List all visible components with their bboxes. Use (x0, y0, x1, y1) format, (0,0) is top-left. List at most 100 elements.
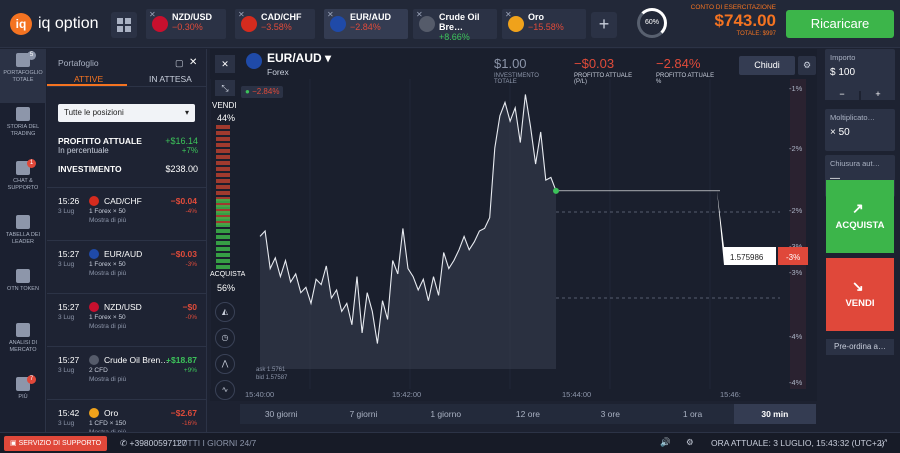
gauge-indicator[interactable]: 60% (637, 8, 667, 38)
assets-grid-button[interactable] (111, 12, 137, 38)
asset-flag-icon (330, 16, 346, 32)
trade-asset-icon (89, 196, 99, 206)
period-option-1[interactable]: 7 giorni (322, 404, 404, 424)
sidebar-item-1[interactable]: STORIA DEL TRADING (0, 103, 46, 157)
buy-sentiment-bar (216, 247, 230, 251)
y-tick-label: -3% (789, 268, 803, 277)
period-option-4[interactable]: 3 ore (569, 404, 651, 424)
sidebar-label: ANALISI DI MERCATO (8, 340, 38, 353)
trade-pct: -4% (185, 208, 197, 215)
trade-row[interactable]: 15:27 3 Lug NZD/USD 1 Forex × 50 Mostra di p… (47, 293, 207, 343)
sell-button[interactable]: ↘ VENDI (826, 258, 894, 331)
sidebar-label: CHAT & SUPPORTO (7, 178, 39, 191)
period-option-2[interactable]: 1 giorno (405, 404, 487, 424)
bid-label: bid 1.57587 (256, 375, 288, 381)
asset-tab-0[interactable]: ✕ NZD/USD −0.30% (146, 9, 226, 39)
price-label: 1.575986 (730, 253, 764, 262)
account-balance[interactable]: CONTO DI ESERCITAZIONE $743.00 TOTALE: $… (676, 4, 776, 37)
asset-flag-icon (241, 16, 257, 32)
show-more-link[interactable]: Mostra di più (89, 217, 126, 224)
sidebar: 5 PORTAFOGLIO TOTALE STORIA DEL TRADING 1 CH… (0, 49, 46, 432)
pair-selector[interactable]: EUR/AUD ▾ (267, 51, 331, 65)
add-asset-button[interactable]: + (591, 12, 617, 38)
current-pl-label: PROFITTO ATTUALE (P/L) (574, 73, 633, 85)
period-option-0[interactable]: 30 giorni (240, 404, 322, 424)
support-button[interactable]: ▣ SERVIZIO DI SUPPORTO (4, 436, 108, 451)
show-more-link[interactable]: Mostra di più (89, 270, 126, 277)
price-pct-label: -3% (786, 253, 800, 262)
buy-sentiment-bar (216, 223, 230, 227)
trade-pct: +9% (183, 367, 197, 374)
account-label: CONTO DI ESERCITAZIONE (690, 4, 776, 11)
area-chart-icon[interactable]: ◭ (215, 302, 235, 322)
trade-row[interactable]: 15:26 3 Lug CAD/CHF 1 Forex × 50 Mostra di p… (47, 187, 207, 237)
positions-filter[interactable]: Tutte le posizioni ▾ (58, 104, 195, 122)
sidebar-icon (16, 269, 30, 283)
notification-badge: 7 (27, 375, 36, 384)
sell-sentiment-bar (216, 167, 230, 171)
settings-icon[interactable]: ⚙ (686, 437, 694, 448)
current-pl-value: −$0.03 (574, 56, 615, 71)
pair-change: −2.84% (252, 87, 280, 96)
y-tick-label: -2% (789, 206, 803, 215)
timeframe-icon[interactable]: ◷ (215, 328, 235, 348)
trade-row[interactable]: 15:27 3 Lug Crude Oil Bren… 2 CFD Mostra di … (47, 346, 207, 396)
price-chart[interactable]: -1%-2%-2%-3%-3%-4%-4%1.575986 -3%ask 1.57… (209, 49, 817, 401)
status-dot-icon: ● (245, 87, 250, 96)
investment-label: INVESTIMENTO (58, 164, 122, 174)
amount-decrease-button[interactable]: − (825, 89, 859, 100)
sidebar-item-3[interactable]: TABELLA DEI LEADER (0, 211, 46, 265)
percent-label: In percentuale (58, 146, 109, 155)
close-position-button[interactable]: Chiudi (739, 56, 795, 75)
settings-gear-icon[interactable]: ⚙ (798, 56, 816, 75)
drawing-tool-icon[interactable]: ⋀ (215, 354, 235, 374)
amount-increase-button[interactable]: + (861, 89, 895, 100)
logo-mark: iq (10, 13, 32, 35)
recharge-button[interactable]: Ricaricare (786, 10, 894, 38)
close-chart-icon[interactable]: ✕ (215, 55, 235, 73)
period-option-5[interactable]: 1 ora (651, 404, 733, 424)
sidebar-item-2[interactable]: 1 CHAT & SUPPORTO (0, 157, 46, 211)
amount-field[interactable]: Importo $ 100 (825, 49, 895, 91)
total-investment-label: INVESTIMENTO TOTALE (494, 73, 539, 85)
sidebar-item-4[interactable]: OTN TOKEN (0, 265, 46, 319)
buy-button[interactable]: ↗ ACQUISTA (826, 180, 894, 253)
close-icon[interactable]: ✕ (189, 57, 197, 68)
minimize-icon[interactable]: ▢ (175, 58, 184, 69)
asset-tab-3[interactable]: ✕ Crude Oil Bre… +8.66% (413, 9, 497, 42)
show-more-link[interactable]: Mostra di più (89, 323, 126, 330)
volume-icon[interactable]: 🔊 (660, 437, 671, 448)
trade-asset: Crude Oil Bren… (104, 355, 169, 365)
tab-active[interactable]: ATTIVE (74, 74, 103, 84)
collapse-icon[interactable]: ⤡ (215, 80, 235, 96)
logo[interactable]: iq iq option (10, 13, 99, 35)
asset-tab-1[interactable]: ✕ CAD/CHF −3.58% (235, 9, 315, 39)
asset-flag-icon (419, 16, 435, 32)
asset-tab-4[interactable]: ✕ Oro −15.58% (502, 9, 586, 39)
indicators-icon[interactable]: ∿ (215, 380, 235, 400)
period-option-6[interactable]: 30 min (733, 404, 816, 424)
top-bar: iq iq option ✕ NZD/USD −0.30% ✕ CAD/CHF −3.58%… (0, 0, 900, 48)
multiplier-label: Moltiplicato… (830, 113, 876, 122)
fullscreen-icon[interactable]: ⤢ (880, 437, 887, 448)
sell-sentiment-bar (216, 143, 230, 147)
tab-asset-name: Oro (528, 12, 545, 22)
autoclose-label: Chiusura aut… (830, 159, 881, 168)
trade-row[interactable]: 15:27 3 Lug EUR/AUD 1 Forex × 50 Mostra di p… (47, 240, 207, 290)
chart-area[interactable]: -1% -2% -2% -3% -3% -4% -4% 1.575986 -3% ask 1.57… (209, 49, 817, 401)
show-more-link[interactable]: Mostra di più (89, 376, 126, 383)
asset-tab-2[interactable]: ✕ EUR/AUD −2.84% (324, 9, 408, 39)
period-option-3[interactable]: 12 ore (487, 404, 569, 424)
tab-pending[interactable]: IN ATTESA (149, 74, 192, 84)
sidebar-item-0[interactable]: 5 PORTAFOGLIO TOTALE (0, 49, 46, 103)
multiplier-field[interactable]: Moltiplicato… × 50 (825, 109, 895, 151)
sidebar-item-5[interactable]: ANALISI DI MERCATO (0, 319, 46, 373)
trade-asset-icon (89, 302, 99, 312)
sell-sentiment-bar (216, 161, 230, 165)
sidebar-item-6[interactable]: 7 PIÙ (0, 373, 46, 427)
y-tick-label: -2% (789, 144, 803, 153)
tab-asset-change: −0.30% (172, 22, 203, 32)
trade-type: 1 Forex × 50 (89, 208, 126, 215)
preorder-button[interactable]: Pre-ordina a… (826, 339, 894, 355)
sidebar-label: STORIA DEL TRADING (6, 124, 40, 137)
